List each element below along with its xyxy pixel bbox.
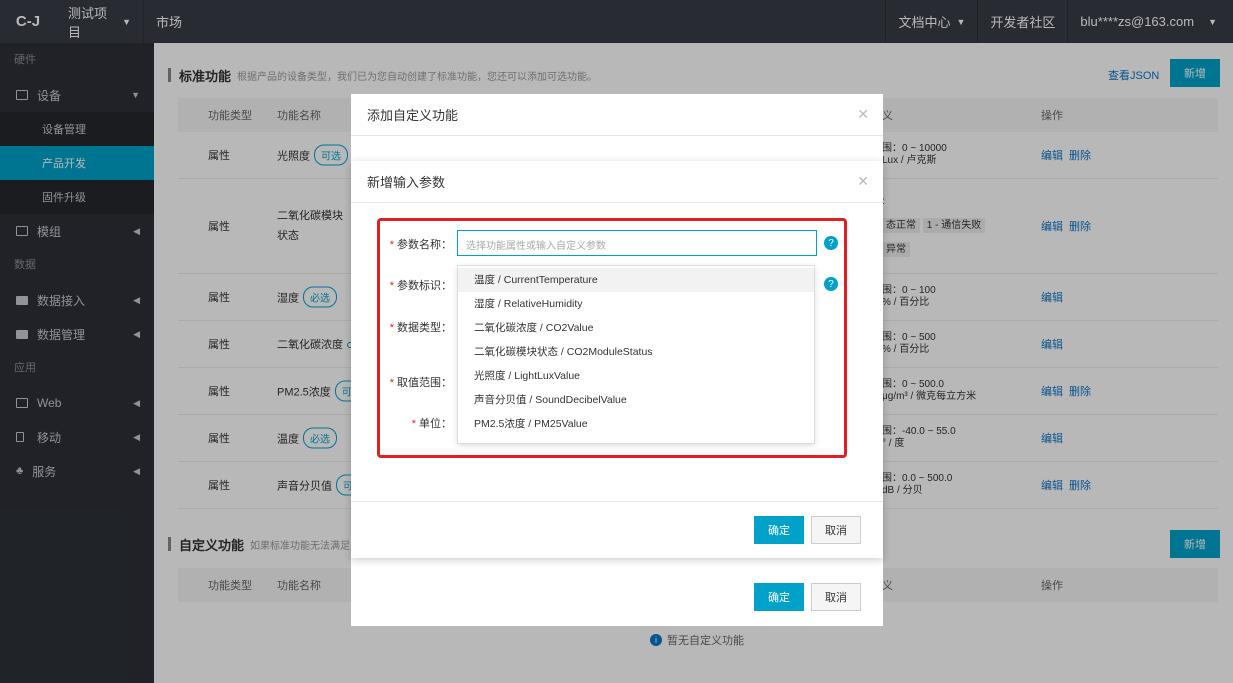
modal-title: 添加自定义功能	[367, 108, 459, 123]
close-icon[interactable]: ✕	[857, 173, 869, 190]
close-icon[interactable]: ✕	[857, 106, 869, 123]
highlight-box	[377, 218, 847, 458]
cancel-button[interactable]: 取消	[811, 516, 861, 544]
modal-header: 新增输入参数 ✕	[351, 161, 883, 203]
modal-footer-divider	[351, 501, 883, 502]
confirm-button[interactable]: 确定	[754, 583, 804, 611]
cancel-button[interactable]: 取消	[811, 583, 861, 611]
confirm-button[interactable]: 确定	[754, 516, 804, 544]
modal-header: 添加自定义功能 ✕	[351, 94, 883, 136]
modal-title: 新增输入参数	[367, 175, 446, 190]
